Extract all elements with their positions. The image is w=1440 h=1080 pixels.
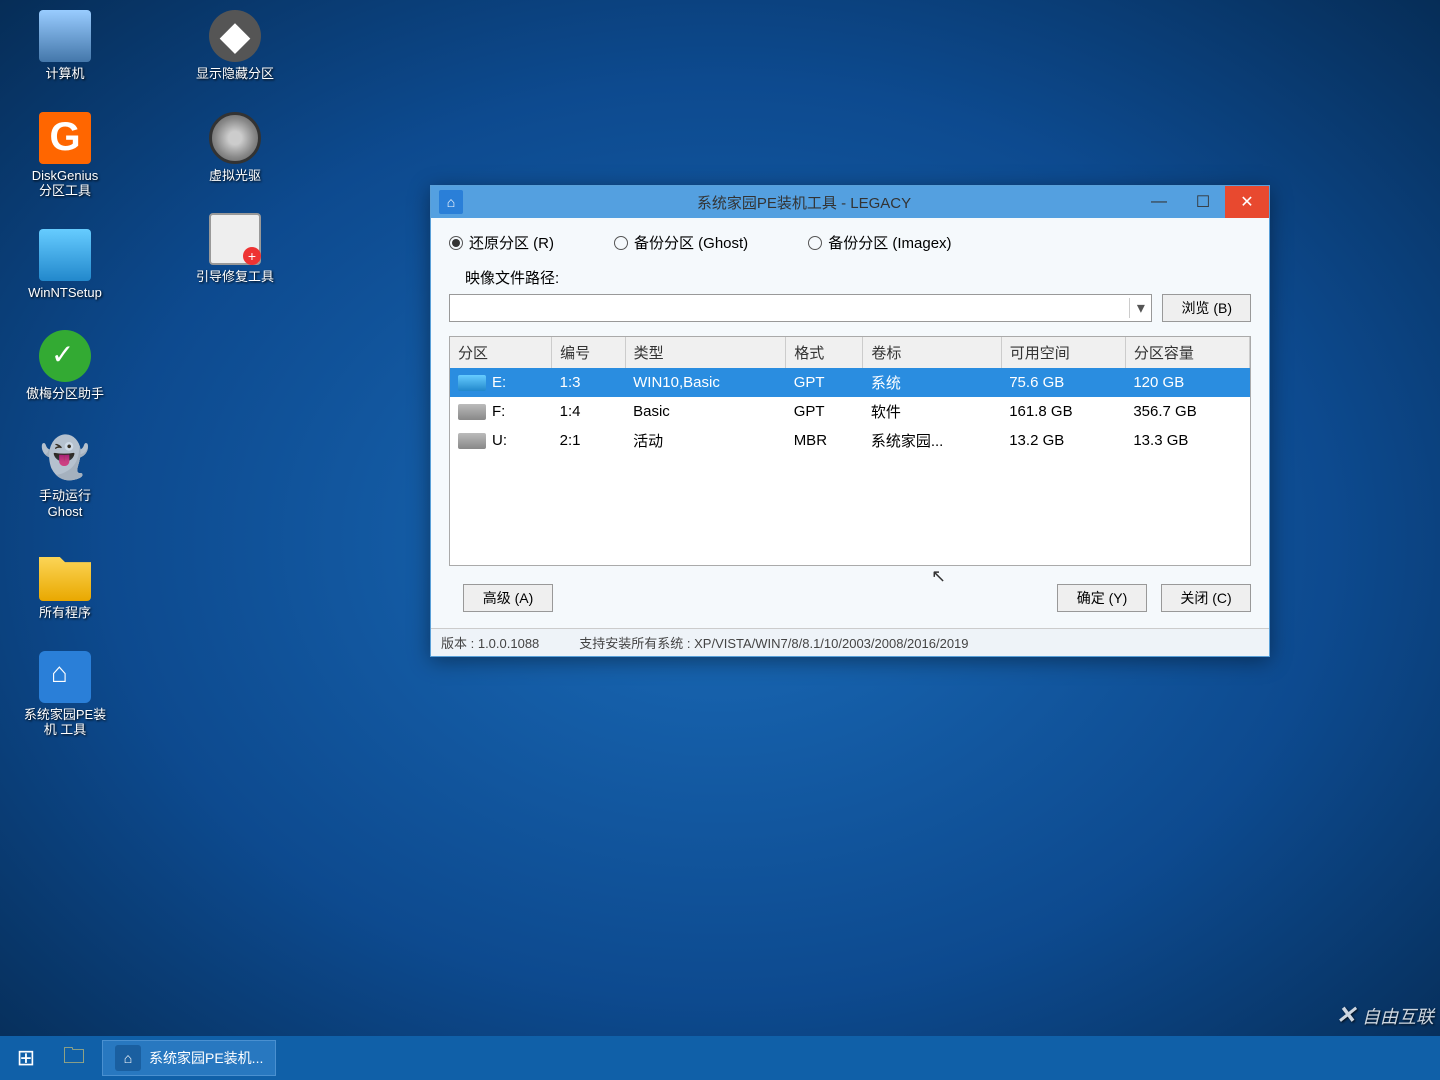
table-row[interactable]: F:1:4BasicGPT软件161.8 GB356.7 GB (450, 397, 1250, 426)
drive-icon (458, 433, 486, 449)
desktop-show-hidden[interactable]: ◆显示隐藏分区 (190, 10, 280, 82)
browse-button[interactable]: 浏览 (B) (1162, 294, 1251, 322)
cursor-icon: ↖ (931, 566, 946, 587)
maximize-button[interactable]: ☐ (1181, 186, 1225, 218)
th-free[interactable]: 可用空间 (1001, 337, 1125, 368)
th-partition[interactable]: 分区 (450, 337, 552, 368)
desktop-aomei[interactable]: 傲梅分区助手 (20, 330, 110, 402)
desktop-pe-tool[interactable]: 系统家园PE装 机 工具 (20, 651, 110, 738)
drive-icon (458, 404, 486, 420)
image-path-label: 映像文件路径: (449, 267, 1251, 288)
advanced-button[interactable]: 高级 (A) (463, 584, 553, 612)
desktop-computer[interactable]: 计算机 (20, 10, 110, 82)
chevron-down-icon[interactable]: ▾ (1129, 298, 1151, 318)
th-capacity[interactable]: 分区容量 (1125, 337, 1249, 368)
minimize-button[interactable]: — (1137, 186, 1181, 218)
table-row[interactable]: E:1:3WIN10,BasicGPT系统75.6 GB120 GB (450, 368, 1250, 397)
desktop-ghost[interactable]: 👻手动运行 Ghost (20, 432, 110, 519)
cancel-button[interactable]: 关闭 (C) (1161, 584, 1251, 612)
drive-icon (458, 375, 486, 391)
th-number[interactable]: 编号 (552, 337, 626, 368)
table-row[interactable]: U:2:1活动MBR系统家园...13.2 GB13.3 GB (450, 426, 1250, 455)
taskbar-explorer[interactable]: 🗀 (54, 1040, 94, 1076)
taskbar-task-pe-installer[interactable]: ⌂ 系统家园PE装机... (102, 1040, 276, 1076)
desktop-winntsetup[interactable]: WinNTSetup (20, 229, 110, 301)
th-type[interactable]: 类型 (625, 337, 786, 368)
support-label: 支持安装所有系统 : XP/VISTA/WIN7/8/8.1/10/2003/2… (579, 633, 968, 652)
status-bar: 版本 : 1.0.0.1088 支持安装所有系统 : XP/VISTA/WIN7… (431, 628, 1269, 656)
radio-dot-icon (808, 236, 822, 250)
partition-table: 分区 编号 类型 格式 卷标 可用空间 分区容量 E:1:3WIN10,Basi… (449, 336, 1251, 566)
start-button[interactable]: ⊞ (6, 1045, 46, 1071)
close-button[interactable]: ✕ (1225, 186, 1269, 218)
radio-restore-partition[interactable]: 还原分区 (R) (449, 232, 554, 253)
radio-backup-imagex[interactable]: 备份分区 (Imagex) (808, 232, 951, 253)
pe-installer-window: ⌂ 系统家园PE装机工具 - LEGACY — ☐ ✕ 还原分区 (R) 备份分… (430, 185, 1270, 657)
th-volume[interactable]: 卷标 (863, 337, 1001, 368)
window-title: 系统家园PE装机工具 - LEGACY (471, 192, 1137, 213)
image-path-combo[interactable]: ▾ (449, 294, 1152, 322)
app-icon: ⌂ (439, 190, 463, 214)
titlebar[interactable]: ⌂ 系统家园PE装机工具 - LEGACY — ☐ ✕ (431, 186, 1269, 218)
version-label: 版本 : 1.0.0.1088 (441, 633, 539, 652)
task-app-icon: ⌂ (115, 1045, 141, 1071)
radio-backup-ghost[interactable]: 备份分区 (Ghost) (614, 232, 748, 253)
taskbar: ⊞ 🗀 ⌂ 系统家园PE装机... (0, 1036, 1440, 1080)
desktop-boot-repair[interactable]: 引导修复工具 (190, 213, 280, 285)
desktop-diskgenius[interactable]: GDiskGenius 分区工具 (20, 112, 110, 199)
radio-dot-icon (449, 236, 463, 250)
radio-dot-icon (614, 236, 628, 250)
desktop-virtual-cd[interactable]: 虚拟光驱 (190, 112, 280, 184)
th-format[interactable]: 格式 (786, 337, 863, 368)
ok-button[interactable]: 确定 (Y) (1057, 584, 1147, 612)
desktop-all-programs[interactable]: 所有程序 (20, 549, 110, 621)
watermark: ✕自由互联 (1336, 1001, 1434, 1030)
